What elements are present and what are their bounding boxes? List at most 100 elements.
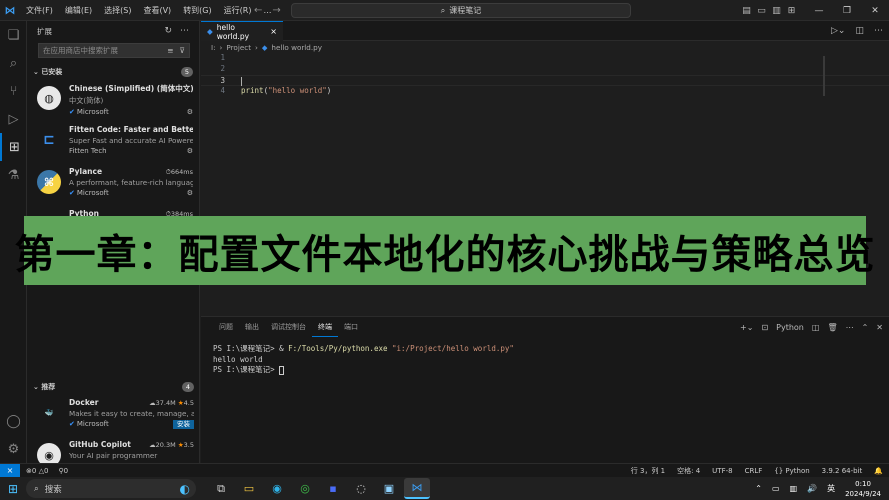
close-panel-icon[interactable]: ✕ <box>876 323 883 332</box>
close-tab-icon[interactable]: × <box>270 27 277 36</box>
tray-app-icon[interactable]: ▭ <box>772 484 780 493</box>
split-editor-icon[interactable]: ◫ <box>855 26 864 36</box>
scrollbar[interactable] <box>823 56 825 96</box>
filter-icon[interactable]: ⊽ <box>180 46 186 55</box>
ports-status[interactable]: ⚲0 <box>58 467 68 475</box>
installed-section-header[interactable]: ⌄ 已安装 5 <box>27 64 199 80</box>
account-icon[interactable]: ◯ <box>0 407 27 435</box>
source-control-icon[interactable]: ⑂ <box>0 77 27 105</box>
problems-status[interactable]: ⊗0 △0 <box>26 467 48 475</box>
minimize-icon[interactable]: — <box>805 6 833 16</box>
indentation[interactable]: 空格: 4 <box>677 466 700 476</box>
more-editor-actions-icon[interactable]: ⋯ <box>874 26 883 36</box>
extension-search-input[interactable]: 在应用商店中搜索扩展 ≡ ⊽ <box>38 43 190 58</box>
extension-item-docker[interactable]: 🐳 ☁37.4M ★4.5 Docker Makes it easy to cr… <box>27 395 199 437</box>
breadcrumb-file[interactable]: hello world.py <box>271 43 322 52</box>
braces-icon: {} <box>774 467 786 475</box>
back-arrow-icon[interactable]: ← <box>254 5 262 16</box>
menu-run[interactable]: 运行(R) <box>218 0 258 21</box>
close-window-icon[interactable]: ✕ <box>861 6 889 16</box>
network-icon[interactable]: ▥ <box>790 484 798 493</box>
line-ending[interactable]: CRLF <box>745 467 763 475</box>
terminal-shell-label[interactable]: Python <box>776 323 804 332</box>
clear-filter-icon[interactable]: ≡ <box>167 46 173 55</box>
breadcrumb-drive[interactable]: I: <box>211 43 216 52</box>
maximize-icon[interactable]: ❐ <box>833 6 861 16</box>
install-button[interactable]: 安装 <box>173 420 194 429</box>
notifications-bell-icon[interactable]: 🔔 <box>874 467 883 475</box>
extension-gear-icon[interactable]: ⚙ <box>187 189 193 197</box>
taskbar-search-box[interactable]: ⌕ 搜索 ◐ <box>26 479 196 498</box>
toggle-secondary-sidebar-icon[interactable]: ▥ <box>769 6 784 16</box>
clock-date: 2024/9/24 <box>845 489 881 498</box>
terminal-argument: "i:/Project/hello world.py" <box>387 344 514 353</box>
toggle-sidebar-icon[interactable]: ▤ <box>739 6 754 16</box>
remote-indicator-icon[interactable]: ⨯ <box>0 463 20 478</box>
tab-label: hello world.py <box>216 22 250 41</box>
activation-time: 664ms <box>170 168 193 176</box>
app-icon[interactable]: ▪ <box>320 478 346 499</box>
more-actions-icon[interactable]: ⋯ <box>180 26 189 36</box>
extension-item-fitten[interactable]: ⊏ Fitten Code: Faster and Better AI ... … <box>27 122 199 164</box>
forward-arrow-icon[interactable]: → <box>272 5 280 16</box>
extension-item-chinese[interactable]: ◍ Chinese (Simplified) (简体中文) L... 中文(简体… <box>27 80 199 122</box>
command-center-label: 课程笔记 <box>449 6 482 15</box>
windows-start-icon[interactable]: ⊞ <box>0 482 26 496</box>
chapter-banner-text: 第一章：配置文件本地化的核心挑战与策略总览 <box>14 231 876 278</box>
volume-icon[interactable]: 🔊 <box>807 484 817 493</box>
cursor-position[interactable]: 行 3，列 1 <box>631 466 665 476</box>
python-interpreter[interactable]: 3.9.2 64-bit <box>822 467 863 475</box>
globe-icon: ◍ <box>37 86 61 110</box>
tray-overflow-icon[interactable]: ⌃ <box>755 484 762 493</box>
recommended-section-header[interactable]: ⌄ 推荐 4 <box>27 379 199 395</box>
tab-debug-console[interactable]: 调试控制台 <box>265 317 312 337</box>
toggle-panel-icon[interactable]: ▭ <box>754 6 769 16</box>
manage-gear-icon[interactable]: ⚙ <box>0 435 27 463</box>
language-mode[interactable]: {} Python <box>774 467 809 475</box>
tab-ports[interactable]: 端口 <box>338 317 364 337</box>
command-center-search[interactable]: ⌕ 课程笔记 <box>291 3 631 18</box>
edge-browser-icon[interactable]: ◉ <box>264 478 290 499</box>
testing-flask-icon[interactable]: ⚗ <box>0 161 27 189</box>
code-editor[interactable]: 1 2 3 4 print("hello world") <box>201 53 889 213</box>
run-python-icon[interactable]: ▷⌄ <box>831 26 845 36</box>
explorer-icon[interactable]: ❏ <box>0 21 27 49</box>
kill-terminal-icon[interactable]: 🗑 <box>827 323 837 332</box>
tab-terminal[interactable]: 终端 <box>312 318 338 337</box>
input-method[interactable]: 英 <box>827 483 835 494</box>
vscode-taskbar-icon[interactable]: ⋈ <box>404 478 430 499</box>
menu-view[interactable]: 查看(V) <box>137 0 177 21</box>
breadcrumb-folder[interactable]: Project <box>226 43 251 52</box>
clock[interactable]: 0:10 2024/9/24 <box>845 479 881 499</box>
menu-go[interactable]: 转到(G) <box>177 0 217 21</box>
tab-output[interactable]: 输出 <box>239 317 265 337</box>
extension-gear-icon[interactable]: ⚙ <box>187 147 193 155</box>
run-debug-icon[interactable]: ▷ <box>0 105 27 133</box>
tab-problems[interactable]: 问题 <box>213 317 239 337</box>
split-terminal-icon[interactable]: ◫ <box>812 323 820 332</box>
wechat-icon[interactable]: ◎ <box>292 478 318 499</box>
extension-item-pylance[interactable]: ⌘ ⏱664ms Pylance A performant, feature-r… <box>27 164 199 206</box>
terminal-output[interactable]: PS I:\课程笔记> & F:/Tools/Py/python.exe "i:… <box>201 337 889 383</box>
tab-hello-world[interactable]: ◆ hello world.py × <box>201 21 283 41</box>
extensions-icon[interactable]: ⊞ <box>0 133 27 161</box>
more-panel-actions-icon[interactable]: ⋯ <box>846 323 854 332</box>
code-string: "hello world" <box>268 86 327 95</box>
recommended-count-badge: 4 <box>181 382 194 392</box>
new-terminal-icon[interactable]: +⌄ <box>740 323 753 332</box>
screen-tool-icon[interactable]: ▣ <box>376 478 402 499</box>
encoding[interactable]: UTF-8 <box>712 467 732 475</box>
menu-edit[interactable]: 编辑(E) <box>59 0 98 21</box>
extension-gear-icon[interactable]: ⚙ <box>187 108 193 116</box>
clock-time: 0:10 <box>855 479 871 488</box>
search-view-icon[interactable]: ⌕ <box>0 49 27 77</box>
menu-selection[interactable]: 选择(S) <box>98 0 137 21</box>
file-explorer-icon[interactable]: ▭ <box>236 478 262 499</box>
refresh-icon[interactable]: ↻ <box>164 26 172 36</box>
obs-icon[interactable]: ◌ <box>348 478 374 499</box>
extension-item-copilot[interactable]: ◉ ☁20.3M ★3.5 GitHub Copilot Your AI pai… <box>27 437 199 463</box>
menu-file[interactable]: 文件(F) <box>20 0 59 21</box>
customize-layout-icon[interactable]: ⊞ <box>784 6 799 16</box>
task-view-icon[interactable]: ⧉ <box>208 478 234 499</box>
maximize-panel-icon[interactable]: ⌃ <box>862 323 869 332</box>
